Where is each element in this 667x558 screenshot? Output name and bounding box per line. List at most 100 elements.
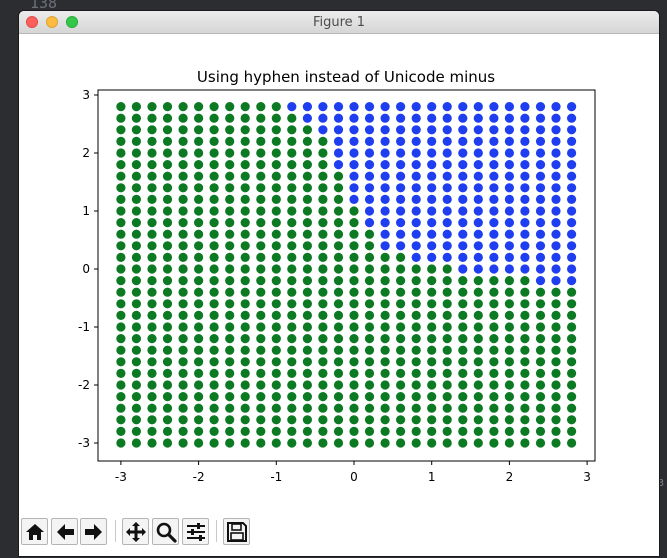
scatter-point [147,241,157,251]
scatter-point [473,287,483,297]
scatter-point [225,113,235,123]
scatter-point [442,229,452,239]
scatter-point [473,264,483,274]
scatter-point [131,357,141,367]
scatter-point [116,345,126,355]
scatter-point [396,229,406,239]
scatter-point [567,206,577,216]
scatter-point [504,125,514,135]
scatter-point [302,218,312,228]
scatter-point [147,426,157,436]
scatter-point [504,368,514,378]
save-button[interactable] [223,518,250,545]
scatter-point [271,392,281,402]
scatter-point [256,345,266,355]
scatter-point [271,380,281,390]
scatter-point [162,102,173,112]
scatter-point [489,241,499,251]
scatter-point [178,357,188,367]
scatter-point [458,183,468,193]
scatter-point [551,206,561,216]
scatter-point [302,102,312,112]
scatter-point [318,368,328,378]
scatter-point [567,438,577,448]
scatter-point [209,310,219,320]
scatter-point [162,160,173,170]
forward-button[interactable] [80,518,107,545]
scatter-point [364,334,375,344]
scatter-point [333,310,344,320]
scatter-point [442,380,452,390]
scatter-point [504,392,514,402]
scatter-point [427,252,437,262]
scatter-point [411,136,421,146]
configure-subplots-button[interactable] [182,518,209,545]
scatter-point [349,392,359,402]
scatter-point [535,125,546,135]
scatter-point [318,136,328,146]
scatter-point [209,299,219,309]
scatter-point [473,426,483,436]
scatter-point [473,276,483,286]
scatter-point [489,218,499,228]
scatter-point [535,264,546,274]
scatter-point [333,276,344,286]
scatter-point [302,345,312,355]
scatter-point [194,276,204,286]
scatter-point [567,392,577,402]
scatter-point [489,334,499,344]
scatter-point [380,334,390,344]
scatter-point [209,426,219,436]
scatter-point [162,322,173,332]
scatter-point [256,426,266,436]
scatter-point [240,148,250,158]
scatter-point [411,426,421,436]
scatter-point [567,357,577,367]
scatter-point [178,125,188,135]
scatter-point [489,252,499,262]
scatter-point [458,125,468,135]
scatter-point [318,229,328,239]
scatter-point [458,136,468,146]
scatter-point [504,171,514,181]
scatter-point [333,171,344,181]
scatter-point [302,299,312,309]
scatter-point [364,264,375,274]
home-button[interactable] [21,518,48,545]
scatter-point [147,287,157,297]
scatter-point [225,403,235,413]
scatter-point [535,392,546,402]
scatter-point [551,403,561,413]
scatter-point [240,276,250,286]
scatter-point [240,287,250,297]
scatter-point [256,229,266,239]
scatter-point [240,252,250,262]
scatter-point [318,148,328,158]
scatter-point [458,102,468,112]
scatter-point [162,206,173,216]
scatter-point [504,357,514,367]
pan-button[interactable] [122,518,149,545]
scatter-point [302,241,312,251]
scatter-point [194,299,204,309]
scatter-point [225,392,235,402]
scatter-plot-canvas[interactable]: Using hyphen instead of Unicode minus -3… [19,11,659,511]
scatter-point [147,438,157,448]
scatter-point [551,218,561,228]
zoom-button[interactable] [152,518,179,545]
forward-arrow-icon [84,523,102,540]
scatter-point [427,102,437,112]
scatter-point [333,136,344,146]
scatter-point [473,102,483,112]
scatter-point [567,102,577,112]
scatter-point [458,426,468,436]
scatter-point [442,322,452,332]
scatter-point [271,415,281,425]
scatter-point [147,357,157,367]
scatter-point [178,380,188,390]
scatter-point [162,113,173,123]
scatter-point [178,392,188,402]
back-button[interactable] [51,518,78,545]
scatter-point [333,264,344,274]
scatter-point [504,218,514,228]
